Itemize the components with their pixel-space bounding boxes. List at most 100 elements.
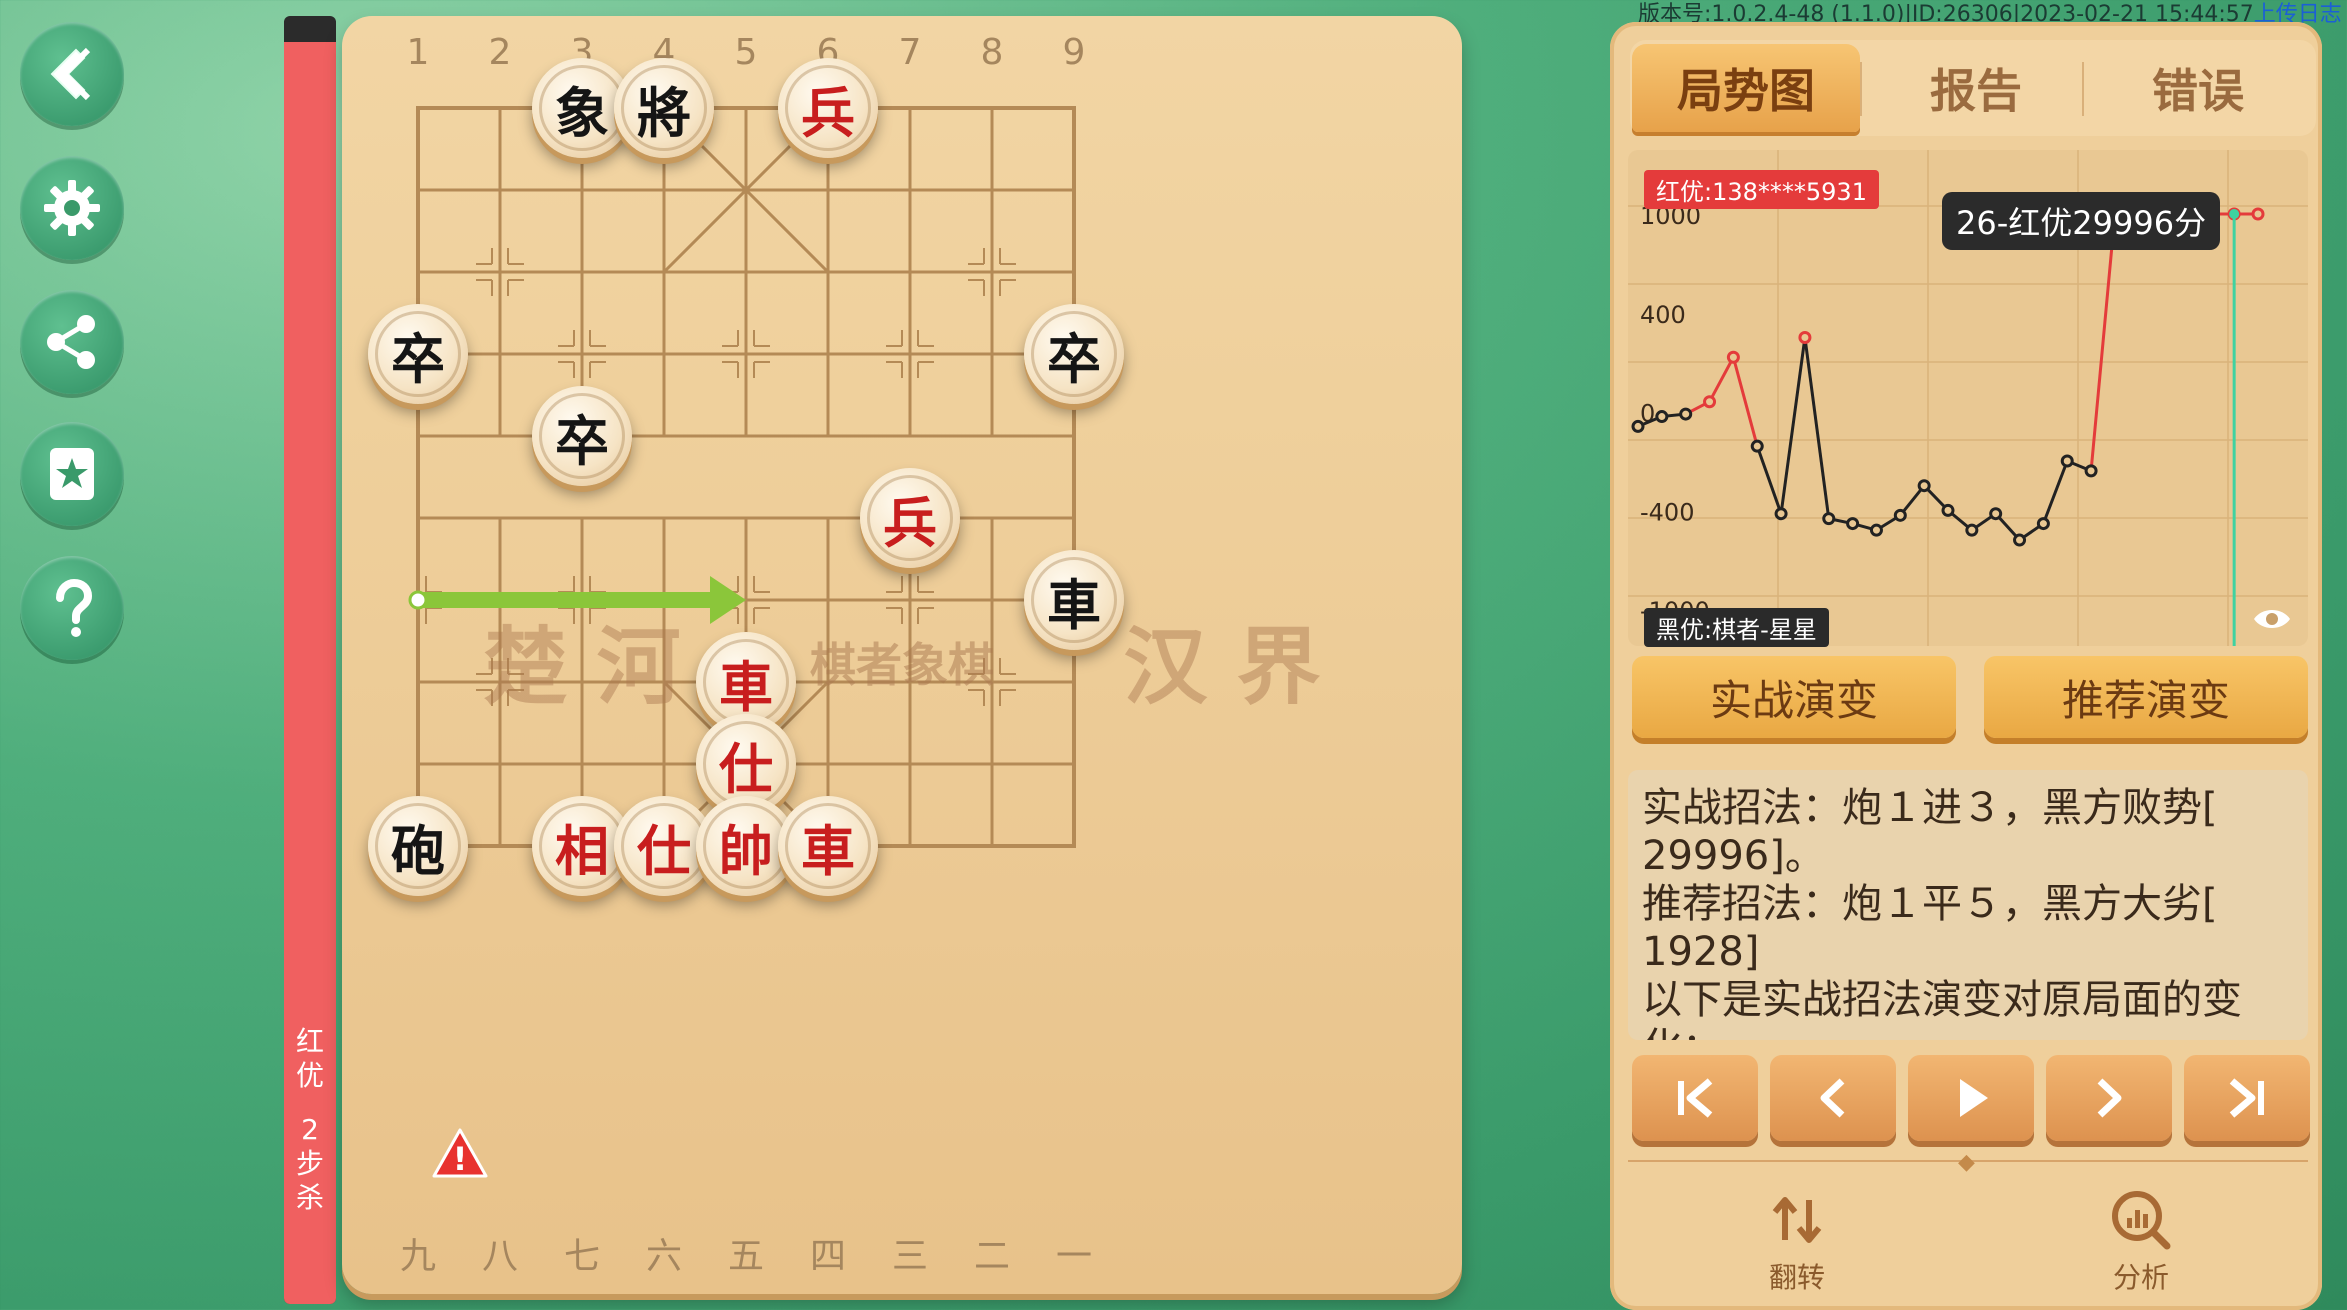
warning-mark: ! [453,1140,468,1178]
analysis-line: 1928] [1642,929,1760,975]
chart-point [1631,419,1645,433]
piece-label: 卒 [539,393,625,479]
board-grid: 1 2 3 4 5 6 7 8 9九八七六五四三二一 楚 河 棋者象棋 汉 界 [400,32,1321,1277]
chart-point [1869,523,1883,537]
file-label-bottom: 三 [892,1236,928,1277]
recommended-variation-button[interactable]: 推荐演变 [1984,656,2308,738]
analysis-line: 化： [1628,1024,2308,1040]
eval-label-char: 2 [301,1113,319,1146]
flip-icon [1772,1197,1822,1243]
move-arrow-origin [408,590,428,610]
chart-line-segment [1803,337,1831,519]
last-move-button[interactable] [2184,1055,2310,1141]
chart-point [1703,395,1717,409]
river-center-text: 棋者象棋 [810,638,994,692]
star-bookmark-icon [50,448,94,500]
next-icon [2097,1078,2122,1118]
chart-point [1822,512,1836,526]
actual-variation-button[interactable]: 实战演变 [1632,656,1956,738]
move-arrow-head [710,576,746,624]
piece-label: 象 [539,65,625,151]
back-button[interactable] [20,22,124,126]
piece-label: 相 [539,803,625,889]
analyze-button[interactable]: 分析 [2086,1188,2196,1296]
analysis-line: 推荐招法：炮１平５，黑方大劣[ [1642,881,2218,927]
piece-label: 卒 [375,311,461,397]
chart-point [1679,407,1693,421]
chart-line-segment [1708,356,1735,403]
piece-label: 將 [621,65,707,151]
tab-report[interactable]: 报告 [1862,44,2090,132]
previous-move-button[interactable] [1770,1055,1896,1141]
eval-label-char: 步 [295,1147,324,1180]
black-piece[interactable]: 將 [614,58,714,158]
black-piece[interactable]: 卒 [1024,304,1124,404]
eye-icon[interactable] [2252,604,2292,634]
piece-label: 砲 [375,803,461,889]
next-move-button[interactable] [2046,1055,2172,1141]
file-label-top: 1 [407,32,430,73]
question-icon [56,578,93,637]
flip-board-button[interactable]: 翻转 [1742,1188,1852,1296]
file-label-bottom: 九 [400,1236,436,1277]
divider-ornament-icon: ◆ [1958,1150,1975,1175]
chart-point [1655,410,1669,424]
file-label-bottom: 七 [564,1236,600,1277]
file-label-top: 8 [981,32,1004,73]
play-button[interactable] [1908,1055,2034,1141]
red-piece[interactable]: 兵 [778,58,878,158]
file-label-bottom: 六 [646,1236,682,1277]
xiangqi-board[interactable]: 123456789九八七六五四三二一 楚 河 棋者象棋 汉 界 象將兵卒卒卒兵車… [342,16,1462,1294]
analysis-line: 实战招法：炮１进３，黑方败势[ [1642,785,2218,831]
tab-errors[interactable]: 错误 [2084,44,2312,132]
black-piece[interactable]: 卒 [368,304,468,404]
help-button[interactable] [20,556,124,660]
chart-point [1893,508,1907,522]
chart-point [2251,207,2265,221]
tab-situation-chart[interactable]: 局势图 [1632,44,1860,132]
chart-point [1726,350,1740,364]
share-icon [47,315,95,369]
piece-label: 卒 [1031,311,1117,397]
black-piece[interactable]: 卒 [532,386,632,486]
last-icon [2229,1078,2264,1118]
piece-label: 兵 [785,65,871,151]
chart-line-segment [2089,213,2117,472]
black-piece[interactable]: 砲 [368,796,468,896]
red-piece[interactable]: 車 [778,796,878,896]
chart-point [2060,454,2074,468]
eval-label-char: 优 [295,1059,324,1092]
chart-cursor-point [2229,209,2240,219]
piece-label: 仕 [703,721,789,807]
chart-point [1965,523,1979,537]
analyze-label: 分析 [2112,1261,2169,1294]
flip-label: 翻转 [1768,1261,1825,1294]
analysis-text-box[interactable]: 实战招法：炮１进３，黑方败势[ 29996]。 推荐招法：炮１平５，黑方大劣[ … [1628,770,2308,1040]
piece-label: 仕 [621,803,707,889]
favorite-button[interactable] [20,422,124,526]
gear-icon [44,180,100,236]
settings-button[interactable] [20,156,124,260]
prev-icon [1820,1078,1845,1118]
piece-label: 帥 [703,803,789,889]
file-label-top: 5 [735,32,758,73]
black-piece[interactable]: 車 [1024,550,1124,650]
red-piece[interactable]: 兵 [860,468,960,568]
eval-label-char: 红 [295,1025,324,1058]
first-move-button[interactable] [1632,1055,1758,1141]
river-right-text: 汉 界 [1123,617,1320,716]
chart-point [1798,331,1812,344]
file-label-bottom: 四 [810,1236,846,1277]
chart-point [1917,479,1931,493]
chart-tooltip: 26-红优29996分 [1942,192,2221,250]
file-label-top: 7 [899,32,922,73]
file-label-bottom: 二 [974,1236,1010,1277]
y-tick-label: -400 [1640,498,1694,526]
analysis-line: 29996]。 [1642,833,1825,879]
eval-label-char: 杀 [295,1181,324,1214]
warning-icon: ! [432,1128,488,1178]
file-label-bottom: 五 [728,1236,764,1277]
share-button[interactable] [20,290,124,394]
piece-label: 兵 [867,475,953,561]
black-advantage-badge: 黑优:棋者-星星 [1644,608,1829,647]
